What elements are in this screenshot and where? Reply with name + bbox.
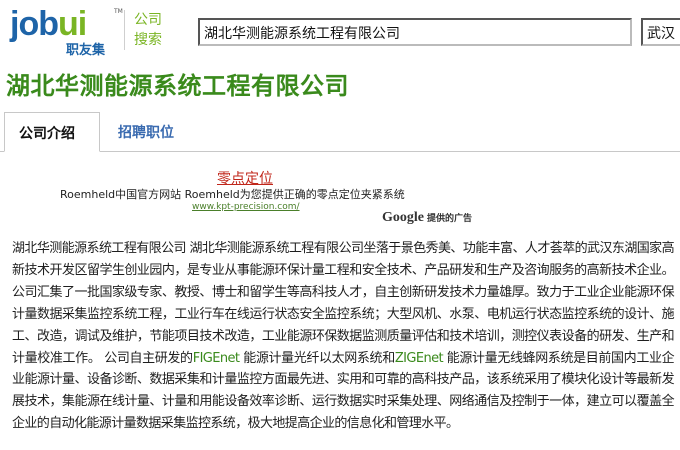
tab-company-intro[interactable]: 公司介绍: [4, 112, 100, 152]
figenet-keyword: FIGEnet: [192, 350, 240, 366]
jobui-logo[interactable]: jobui TM 职友集: [10, 4, 123, 58]
header-divider: [124, 10, 125, 50]
tab-job-positions[interactable]: 招聘职位: [104, 112, 188, 152]
city-input[interactable]: 武汉: [641, 18, 680, 46]
ad-url-link[interactable]: www.kpt-precision.com/: [192, 202, 300, 212]
site-header: jobui TM 职友集 公司 搜索 湖北华测能源系统工程有限公司 武汉: [0, 0, 680, 58]
tab-bar: 公司介绍 招聘职位: [0, 112, 680, 152]
company-description: 湖北华测能源系统工程有限公司 湖北华测能源系统工程有限公司坐落于景色秀美、功能丰…: [12, 238, 675, 435]
logo-trademark: TM: [114, 8, 123, 15]
company-search-input[interactable]: 湖北华测能源系统工程有限公司: [198, 18, 632, 46]
ad-text: Roemheld中国官方网站 Roemheld为您提供正确的零点定位夹紧系统: [60, 188, 405, 201]
zigenet-keyword: ZIGEnet: [394, 350, 444, 366]
section-label: 公司 搜索: [134, 10, 162, 50]
page-title: 湖北华测能源系统工程有限公司: [6, 72, 349, 100]
google-ads-attribution[interactable]: Google 提供的广告: [382, 210, 472, 226]
google-logo: Google: [382, 210, 424, 225]
section-label-line1: 公司: [134, 12, 162, 28]
logo-wordmark: jobui: [10, 5, 87, 43]
logo-subtitle: 职友集: [66, 43, 106, 58]
provided-by-label: 提供的广告: [427, 214, 473, 224]
section-label-line2: 搜索: [134, 32, 162, 48]
ad-title-link[interactable]: 零点定位: [217, 168, 273, 188]
google-ad-block: 零点定位 Roemheld中国官方网站 Roemheld为您提供正确的零点定位夹…: [0, 166, 680, 230]
description-text-1: 湖北华测能源系统工程有限公司 湖北华测能源系统工程有限公司坐落于景色秀美、功能丰…: [12, 241, 675, 366]
description-text-2: 能源计量光纤以太网系统和: [239, 350, 395, 366]
